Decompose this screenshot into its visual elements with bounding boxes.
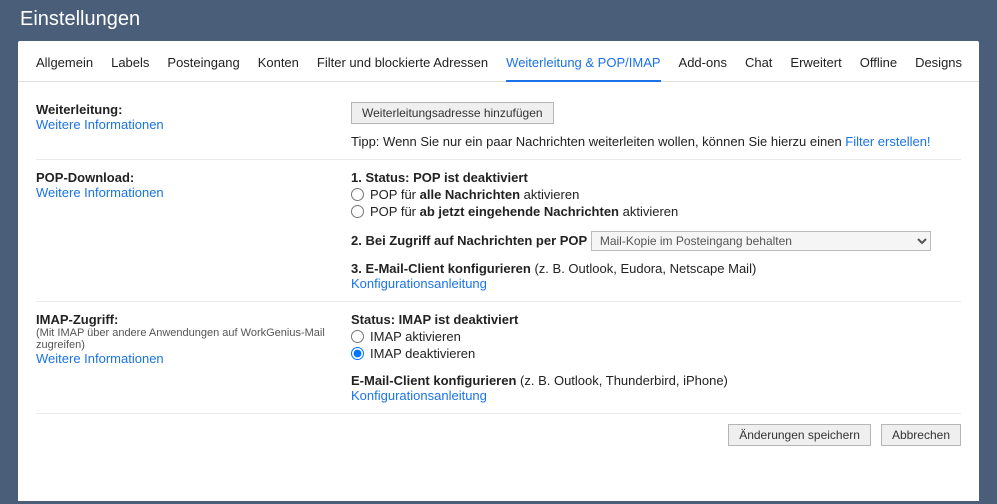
imap-client-examples: (z. B. Outlook, Thunderbird, iPhone) [516,373,727,388]
pop-status-label: 1. Status: [351,170,413,185]
imap-client-label: E-Mail-Client konfigurieren [351,373,516,388]
pop-client-label: 3. E-Mail-Client konfigurieren [351,261,531,276]
forwarding-more-info-link[interactable]: Weitere Informationen [36,117,164,132]
tab-offline[interactable]: Offline [860,55,897,81]
pop-title: POP-Download: [36,170,331,185]
tab-allgemein[interactable]: Allgemein [36,55,93,81]
settings-tabs: Allgemein Labels Posteingang Konten Filter u… [18,41,979,82]
settings-content: Weiterleitung: Weitere Informationen Wei… [18,82,979,446]
pop-access-row: 2. Bei Zugriff auf Nachrichten per POP M… [351,231,961,251]
tab-erweitert[interactable]: Erweitert [790,55,841,81]
forwarding-title: Weiterleitung: [36,102,331,117]
settings-panel: Allgemein Labels Posteingang Konten Filter u… [18,41,979,501]
tab-add-ons[interactable]: Add-ons [679,55,727,81]
section-imap: IMAP-Zugriff: (Mit IMAP über andere Anwe… [36,302,961,414]
pop-enable-new-label: POP für ab jetzt eingehende Nachrichten … [370,204,678,219]
imap-subtitle: (Mit IMAP über andere Anwendungen auf Wo… [36,327,331,351]
tab-posteingang[interactable]: Posteingang [167,55,239,81]
imap-status-value: IMAP ist deaktiviert [399,312,519,327]
create-filter-link[interactable]: Filter erstellen! [845,134,930,149]
cancel-button[interactable]: Abbrechen [881,424,961,446]
page-title: Einstellungen [0,0,997,41]
imap-status: Status: IMAP ist deaktiviert [351,312,961,327]
pop-action-select[interactable]: Mail-Kopie im Posteingang behalten [591,231,931,251]
imap-more-info-link[interactable]: Weitere Informationen [36,351,164,366]
imap-client-row: E-Mail-Client konfigurieren (z. B. Outlo… [351,373,961,388]
imap-enable-radio[interactable] [351,330,364,343]
pop-more-info-link[interactable]: Weitere Informationen [36,185,164,200]
tab-designs[interactable]: Designs [915,55,962,81]
imap-config-link[interactable]: Konfigurationsanleitung [351,388,487,403]
section-pop: POP-Download: Weitere Informationen 1. S… [36,160,961,302]
tab-labels[interactable]: Labels [111,55,149,81]
pop-status-value: POP ist deaktiviert [413,170,528,185]
imap-enable-label: IMAP aktivieren [370,329,461,344]
imap-title: IMAP-Zugriff: [36,312,331,327]
footer-buttons: Änderungen speichern Abbrechen [36,414,961,446]
tab-weiterleitung-pop-imap[interactable]: Weiterleitung & POP/IMAP [506,55,660,82]
tab-filter-und-blockierte-adressen[interactable]: Filter und blockierte Adressen [317,55,488,81]
add-forwarding-address-button[interactable]: Weiterleitungsadresse hinzufügen [351,102,554,124]
save-button[interactable]: Änderungen speichern [728,424,871,446]
section-forwarding: Weiterleitung: Weitere Informationen Wei… [36,92,961,160]
pop-enable-all-radio[interactable] [351,188,364,201]
pop-enable-all-label: POP für alle Nachrichten aktivieren [370,187,579,202]
imap-status-label: Status: [351,312,399,327]
tab-konten[interactable]: Konten [258,55,299,81]
forwarding-tip: Tipp: Wenn Sie nur ein paar Nachrichten … [351,134,961,149]
tab-chat[interactable]: Chat [745,55,772,81]
imap-disable-label: IMAP deaktivieren [370,346,475,361]
pop-access-label: 2. Bei Zugriff auf Nachrichten per POP [351,233,587,248]
forwarding-tip-text: Tipp: Wenn Sie nur ein paar Nachrichten … [351,134,845,149]
pop-client-row: 3. E-Mail-Client konfigurieren (z. B. Ou… [351,261,961,276]
pop-config-link[interactable]: Konfigurationsanleitung [351,276,487,291]
pop-enable-new-radio[interactable] [351,205,364,218]
pop-status: 1. Status: POP ist deaktiviert [351,170,961,185]
pop-client-examples: (z. B. Outlook, Eudora, Netscape Mail) [531,261,756,276]
imap-disable-radio[interactable] [351,347,364,360]
